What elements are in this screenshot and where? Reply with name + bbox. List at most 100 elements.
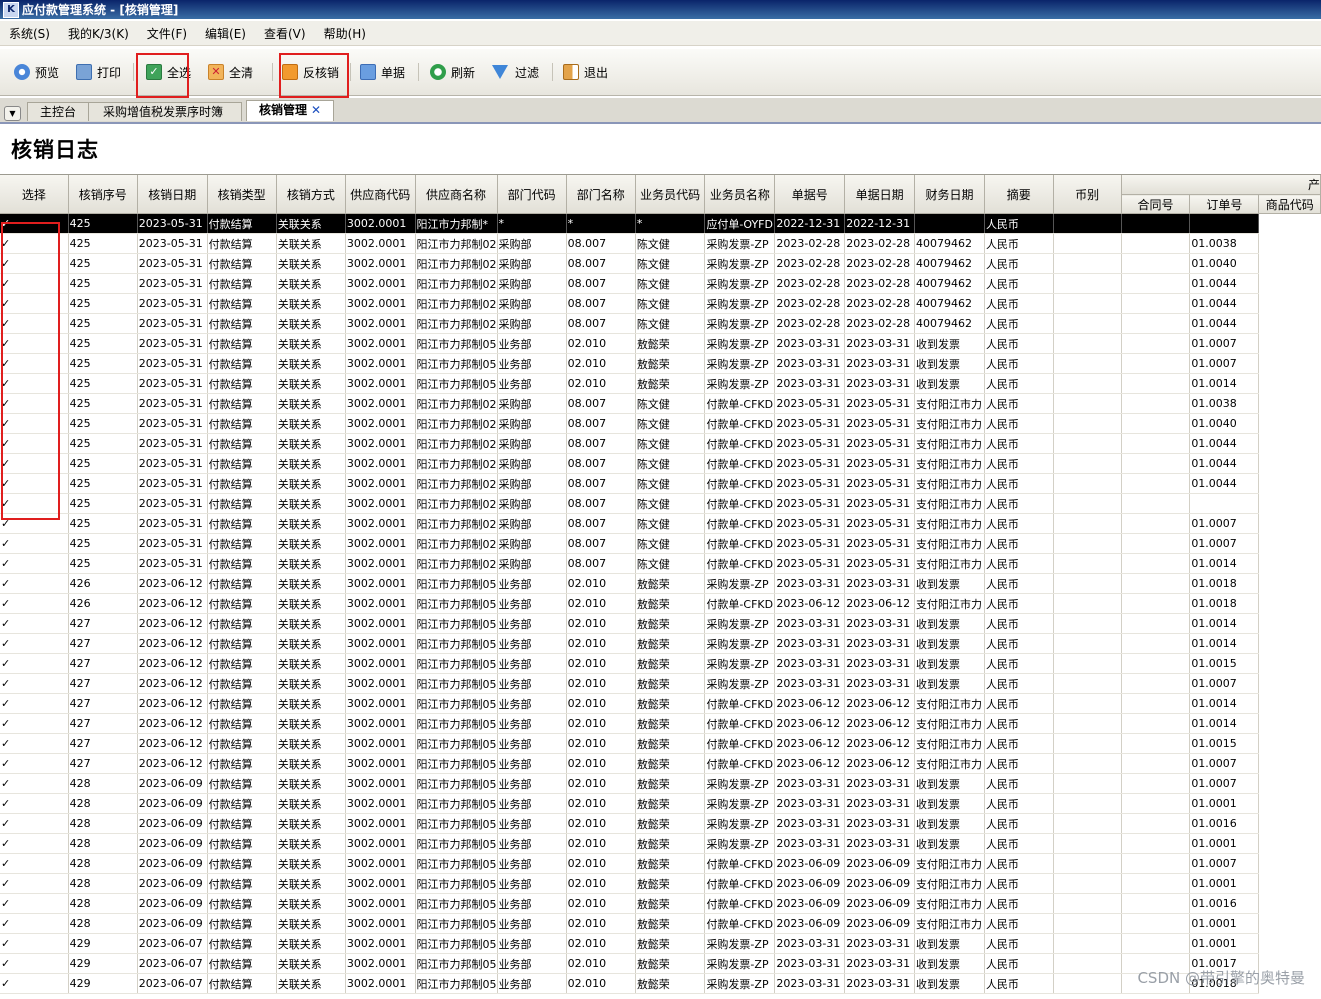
row-checkbox[interactable]: ✓ [0, 853, 69, 874]
column-header[interactable]: 部门代码 [497, 175, 567, 214]
row-checkbox[interactable]: ✓ [0, 713, 69, 734]
row-checkbox[interactable]: ✓ [0, 553, 69, 574]
table-row[interactable]: ✓ 425 2023-05-31 付款结算 关联关系 3002.0001 阳江市力邦制02 采… [0, 393, 1321, 414]
row-checkbox[interactable]: ✓ [0, 473, 69, 494]
row-checkbox[interactable]: ✓ [0, 233, 69, 254]
column-header[interactable]: 商品代码 [1258, 194, 1321, 214]
menu-view[interactable]: 查看(V) [255, 25, 315, 42]
table-row[interactable]: ✓ 425 2023-05-31 付款结算 关联关系 3002.0001 阳江市力邦制02 采… [0, 413, 1321, 434]
column-header[interactable]: 核销日期 [137, 175, 208, 214]
table-row[interactable]: ✓ 426 2023-06-12 付款结算 关联关系 3002.0001 阳江市力邦制05 业… [0, 593, 1321, 614]
preview-button[interactable]: 预览 [14, 62, 59, 82]
table-row[interactable]: ✓ 425 2023-05-31 付款结算 关联关系 3002.0001 阳江市力邦制02 采… [0, 233, 1321, 254]
clear-all-button[interactable]: ✕ 全清 [208, 62, 253, 82]
reverse-verify-button[interactable]: 反核销 [282, 62, 339, 82]
column-header[interactable]: 部门名称 [566, 175, 636, 214]
table-row[interactable]: ✓ 428 2023-06-09 付款结算 关联关系 3002.0001 阳江市力邦制05 业… [0, 813, 1321, 834]
column-header[interactable]: 币别 [1053, 175, 1122, 214]
row-checkbox[interactable]: ✓ [0, 953, 69, 974]
table-row[interactable]: ✓ 425 2023-05-31 付款结算 关联关系 3002.0001 阳江市力邦制02 采… [0, 273, 1321, 294]
column-header[interactable]: 单据日期 [844, 175, 916, 214]
tab-invoice-ledger[interactable]: 采购增值税发票序时簿 [88, 102, 243, 121]
column-header[interactable]: 业务员代码 [635, 175, 706, 214]
menu-system[interactable]: 系统(S) [0, 25, 59, 42]
menu-edit[interactable]: 编辑(E) [196, 25, 255, 42]
table-row[interactable]: ✓ 426 2023-06-12 付款结算 关联关系 3002.0001 阳江市力邦制05 业… [0, 573, 1321, 594]
voucher-button[interactable]: 单据 [360, 62, 405, 82]
row-checkbox[interactable]: ✓ [0, 273, 69, 294]
row-checkbox[interactable]: ✓ [0, 513, 69, 534]
table-row[interactable]: ✓ 427 2023-06-12 付款结算 关联关系 3002.0001 阳江市力邦制05 业… [0, 713, 1321, 734]
row-checkbox[interactable]: ✓ [0, 913, 69, 934]
table-row[interactable]: ✓ 427 2023-06-12 付款结算 关联关系 3002.0001 阳江市力邦制05 业… [0, 633, 1321, 654]
row-checkbox[interactable]: ✓ [0, 653, 69, 674]
table-row[interactable]: ✓ 425 2023-05-31 付款结算 关联关系 3002.0001 阳江市力邦制02 采… [0, 453, 1321, 474]
table-row[interactable]: ✓ 425 2023-05-31 付款结算 关联关系 3002.0001 阳江市力邦制02 采… [0, 513, 1321, 534]
row-checkbox[interactable]: ✓ [0, 773, 69, 794]
row-checkbox[interactable]: ✓ [0, 793, 69, 814]
table-row[interactable]: ✓ 428 2023-06-09 付款结算 关联关系 3002.0001 阳江市力邦制05 业… [0, 913, 1321, 934]
table-row[interactable]: ✓ 425 2023-05-31 付款结算 关联关系 3002.0001 阳江市力邦制02 采… [0, 433, 1321, 454]
row-checkbox[interactable]: ✓ [0, 573, 69, 594]
row-checkbox[interactable]: ✓ [0, 373, 69, 394]
print-button[interactable]: 打印 [76, 62, 121, 82]
row-checkbox[interactable]: ✓ [0, 433, 69, 454]
exit-button[interactable]: 退出 [563, 62, 608, 82]
row-checkbox[interactable]: ✓ [0, 313, 69, 334]
row-checkbox[interactable]: ✓ [0, 813, 69, 834]
table-row[interactable]: ✓ 428 2023-06-09 付款结算 关联关系 3002.0001 阳江市力邦制05 业… [0, 873, 1321, 894]
table-row[interactable]: ✓ 428 2023-06-09 付款结算 关联关系 3002.0001 阳江市力邦制05 业… [0, 793, 1321, 814]
table-row[interactable]: ✓ 425 2023-05-31 付款结算 关联关系 3002.0001 阳江市力邦制02 采… [0, 553, 1321, 574]
table-row[interactable]: ✓ 425 2023-05-31 付款结算 关联关系 3002.0001 阳江市力邦制02 采… [0, 493, 1321, 514]
row-checkbox[interactable]: ✓ [0, 333, 69, 354]
table-row[interactable]: ✓ 425 2023-05-31 付款结算 关联关系 3002.0001 阳江市力邦制02 采… [0, 253, 1321, 274]
tab-list-dropdown[interactable]: ▼ [4, 106, 21, 121]
column-header[interactable]: 财务日期 [914, 175, 985, 214]
tab-console[interactable]: 主控台 [27, 102, 90, 121]
column-header[interactable]: 选择 [0, 175, 69, 214]
row-checkbox[interactable]: ✓ [0, 933, 69, 954]
row-checkbox[interactable]: ✓ [0, 453, 69, 474]
row-checkbox[interactable]: ✓ [0, 253, 69, 274]
row-checkbox[interactable]: ✓ [0, 633, 69, 654]
row-checkbox[interactable]: ✓ [0, 393, 69, 414]
refresh-button[interactable]: 刷新 [430, 62, 475, 82]
filter-button[interactable]: 过滤 [492, 62, 539, 82]
row-checkbox[interactable]: ✓ [0, 753, 69, 774]
row-checkbox[interactable]: ✓ [0, 673, 69, 694]
row-checkbox[interactable]: ✓ [0, 873, 69, 894]
table-row[interactable]: ✓ 427 2023-06-12 付款结算 关联关系 3002.0001 阳江市力邦制05 业… [0, 753, 1321, 774]
table-row[interactable]: ✓ 428 2023-06-09 付款结算 关联关系 3002.0001 阳江市力邦制05 业… [0, 773, 1321, 794]
table-row[interactable]: ✓ 425 2023-05-31 付款结算 关联关系 3002.0001 阳江市力邦制02 采… [0, 533, 1321, 554]
table-row[interactable]: ✓ 427 2023-06-12 付款结算 关联关系 3002.0001 阳江市力邦制05 业… [0, 613, 1321, 634]
menu-help[interactable]: 帮助(H) [315, 25, 375, 42]
menu-file[interactable]: 文件(F) [138, 25, 196, 42]
table-row[interactable]: ✓ 425 2023-05-31 付款结算 关联关系 3002.0001 阳江市力邦制05 业… [0, 373, 1321, 394]
column-header[interactable]: 核销类型 [207, 175, 277, 214]
menu-my-k3[interactable]: 我的K/3(K) [59, 25, 138, 42]
table-row[interactable]: ✓ 425 2023-05-31 付款结算 关联关系 3002.0001 阳江市力邦制02 采… [0, 473, 1321, 494]
table-row[interactable]: ✓ 428 2023-06-09 付款结算 关联关系 3002.0001 阳江市力邦制05 业… [0, 853, 1321, 874]
column-header[interactable]: 供应商代码 [345, 175, 416, 214]
row-checkbox[interactable]: ✓ [0, 693, 69, 714]
table-row[interactable]: ✓ 425 2023-05-31 付款结算 关联关系 3002.0001 阳江市力邦制02 采… [0, 313, 1321, 334]
table-row[interactable]: ✓ 425 2023-05-31 付款结算 关联关系 3002.0001 阳江市力邦制05 业… [0, 333, 1321, 354]
column-header[interactable]: 供应商名称 [415, 175, 498, 214]
row-checkbox[interactable]: ✓ [0, 213, 69, 234]
column-header[interactable]: 核销方式 [276, 175, 346, 214]
select-all-button[interactable]: ✓ 全选 [146, 62, 191, 82]
row-checkbox[interactable]: ✓ [0, 413, 69, 434]
table-row[interactable]: ✓ 428 2023-06-09 付款结算 关联关系 3002.0001 阳江市力邦制05 业… [0, 893, 1321, 914]
close-tab-icon[interactable]: ✕ [311, 103, 321, 117]
column-header[interactable]: 摘要 [984, 175, 1054, 214]
column-header[interactable]: 核销序号 [68, 175, 138, 214]
table-row[interactable]: ✓ 427 2023-06-12 付款结算 关联关系 3002.0001 阳江市力邦制05 业… [0, 653, 1321, 674]
row-checkbox[interactable]: ✓ [0, 973, 69, 994]
row-checkbox[interactable]: ✓ [0, 593, 69, 614]
table-row[interactable]: ✓ 429 2023-06-07 付款结算 关联关系 3002.0001 阳江市力邦制05 业… [0, 933, 1321, 954]
column-header[interactable]: 业务员名称 [704, 175, 776, 214]
row-checkbox[interactable]: ✓ [0, 733, 69, 754]
row-checkbox[interactable]: ✓ [0, 353, 69, 374]
table-row[interactable]: ✓ 428 2023-06-09 付款结算 关联关系 3002.0001 阳江市力邦制05 业… [0, 833, 1321, 854]
table-row[interactable]: ✓ 425 2023-05-31 付款结算 关联关系 3002.0001 阳江市力邦制* * *… [0, 213, 1321, 234]
